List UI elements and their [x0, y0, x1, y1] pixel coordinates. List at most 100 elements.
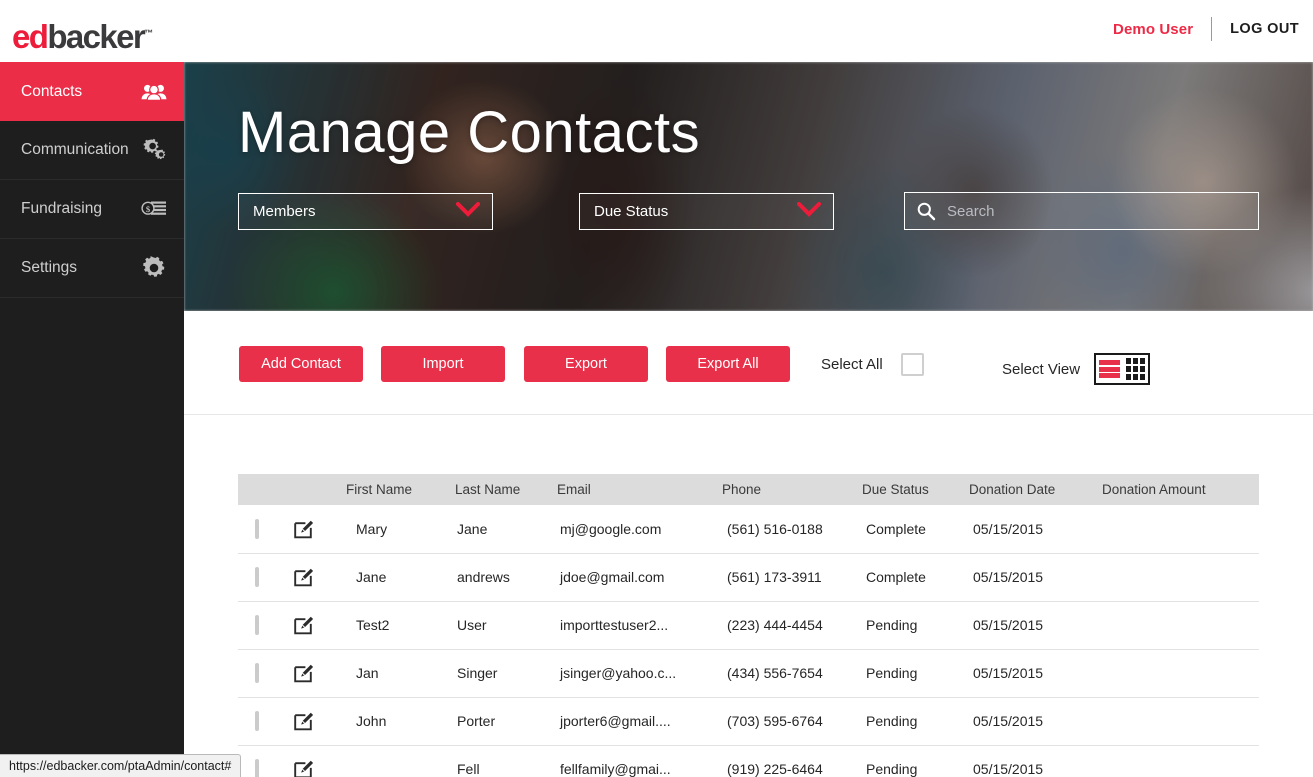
row-select-cell — [238, 649, 291, 698]
column-header-first-name: First Name — [346, 474, 455, 505]
cell-last-name: Singer — [455, 649, 557, 698]
cell-phone: (434) 556-7654 — [722, 649, 862, 698]
select-all-checkbox[interactable] — [900, 353, 924, 376]
row-select-cell — [238, 601, 291, 650]
row-edit-cell — [291, 553, 346, 602]
sidebar-nav: Contacts Communication Fundraising $ Set… — [0, 62, 184, 777]
cell-last-name: Porter — [455, 697, 557, 746]
cell-due-status: Pending — [862, 649, 969, 698]
cell-donation-date: 05/15/2015 — [969, 745, 1102, 777]
row-checkbox[interactable] — [255, 759, 259, 777]
column-header-donation-date: Donation Date — [969, 474, 1102, 505]
search-icon — [916, 201, 936, 221]
sidebar-item-contacts[interactable]: Contacts — [0, 62, 184, 121]
chevron-down-icon — [455, 200, 481, 222]
column-header-due-status: Due Status — [862, 474, 969, 505]
cell-first-name: John — [346, 697, 455, 746]
table-row[interactable]: Jane andrews jdoe@gmail.com (561) 173-3911 C… — [238, 553, 1259, 602]
edit-icon[interactable] — [293, 614, 315, 636]
cell-donation-amount — [1102, 649, 1259, 698]
trademark-symbol: ™ — [144, 28, 154, 38]
cell-last-name: User — [455, 601, 557, 650]
row-edit-cell — [291, 505, 346, 554]
view-mode-toggle[interactable] — [1094, 353, 1151, 385]
table-header: First Name Last Name Email Phone Due Sta… — [238, 474, 1259, 505]
row-select-cell — [238, 697, 291, 746]
top-bar: edbacker™ Demo User LOG OUT — [0, 0, 1313, 62]
column-header-email: Email — [557, 474, 722, 505]
cell-first-name: Jan — [346, 649, 455, 698]
cell-donation-date: 05/15/2015 — [969, 649, 1102, 698]
edit-icon[interactable] — [293, 518, 315, 540]
search-input[interactable] — [936, 202, 1248, 220]
row-checkbox[interactable] — [255, 518, 259, 539]
cell-due-status: Pending — [862, 601, 969, 650]
sidebar-item-communication[interactable]: Communication — [0, 121, 184, 180]
money-invoice-icon: $ — [141, 197, 167, 221]
cell-last-name: andrews — [455, 553, 557, 602]
column-header-donation-amount: Donation Amount — [1102, 474, 1259, 505]
cell-email: mj@google.com — [557, 505, 722, 554]
action-bar: Add Contact Import Contact Export Contac… — [184, 311, 1313, 415]
svg-text:$: $ — [146, 204, 151, 214]
cell-due-status: Complete — [862, 553, 969, 602]
status-bar-url: https://edbacker.com/ptaAdmin/contact# — [9, 759, 232, 773]
demo-user-link[interactable]: Demo User — [1113, 21, 1211, 38]
cell-donation-date: 05/15/2015 — [969, 697, 1102, 746]
export-all-button[interactable]: Export All — [666, 346, 790, 382]
grid-view-icon[interactable] — [1123, 355, 1148, 383]
select-all-group: Select All — [821, 353, 924, 376]
cell-email: jporter6@gmail.... — [557, 697, 722, 746]
cell-due-status: Pending — [862, 745, 969, 777]
edit-icon[interactable] — [293, 758, 315, 777]
list-view-icon[interactable] — [1096, 355, 1123, 383]
row-checkbox[interactable] — [255, 567, 259, 587]
column-header-edit — [291, 474, 346, 505]
cell-email: importtestuser2... — [557, 601, 722, 650]
select-all-label: Select All — [821, 356, 883, 373]
cell-donation-amount — [1102, 697, 1259, 746]
column-header-phone: Phone — [722, 474, 862, 505]
cell-donation-date: 05/15/2015 — [969, 505, 1102, 554]
cell-donation-date: 05/15/2015 — [969, 553, 1102, 602]
edit-icon[interactable] — [293, 566, 315, 588]
logo-suffix: backer — [47, 18, 145, 55]
table-row[interactable]: Fell fellfamily@gmai... (919) 225-6464 Pend… — [238, 745, 1259, 777]
cell-donation-amount — [1102, 553, 1259, 602]
export-contact-button[interactable]: Export Contact — [524, 346, 648, 408]
cell-due-status: Complete — [862, 505, 969, 554]
sidebar-item-fundraising[interactable]: Fundraising $ — [0, 180, 184, 239]
row-checkbox[interactable] — [255, 711, 259, 731]
sidebar-item-settings[interactable]: Settings — [0, 239, 184, 298]
edit-icon[interactable] — [293, 710, 315, 732]
header-user-area: Demo User LOG OUT — [1113, 16, 1299, 42]
import-contact-button[interactable]: Import Contact — [381, 346, 505, 408]
cell-email: jdoe@gmail.com — [557, 553, 722, 602]
logout-button[interactable]: LOG OUT — [1212, 21, 1299, 37]
row-checkbox[interactable] — [255, 663, 259, 683]
add-contact-button[interactable]: Add Contact — [239, 346, 363, 382]
cell-first-name: Mary — [346, 505, 455, 554]
edit-icon[interactable] — [293, 662, 315, 684]
table-body: Mary Jane mj@google.com (561) 516-0188 Compl… — [238, 505, 1259, 777]
row-edit-cell — [291, 649, 346, 698]
cell-donation-date: 05/15/2015 — [969, 601, 1102, 650]
contacts-table: First Name Last Name Email Phone Due Sta… — [238, 474, 1259, 777]
cell-first-name — [346, 745, 455, 777]
search-box[interactable] — [904, 192, 1259, 230]
row-checkbox[interactable] — [255, 615, 259, 635]
table-row[interactable]: Mary Jane mj@google.com (561) 516-0188 Compl… — [238, 505, 1259, 554]
page-title: Manage Contacts — [238, 100, 701, 165]
table-row[interactable]: Test2 User importtestuser2... (223) 444-445… — [238, 601, 1259, 650]
gears-icon — [141, 138, 167, 162]
sidebar-item-label: Settings — [21, 259, 78, 277]
members-filter-dropdown[interactable]: Members — [238, 193, 493, 230]
cell-first-name: Jane — [346, 553, 455, 602]
cell-donation-amount — [1102, 745, 1259, 777]
cell-donation-amount — [1102, 505, 1259, 554]
table-row[interactable]: John Porter jporter6@gmail.... (703) 595-67… — [238, 697, 1259, 746]
due-status-filter-dropdown[interactable]: Due Status — [579, 193, 834, 230]
table-row[interactable]: Jan Singer jsinger@yahoo.c... (434) 556-765… — [238, 649, 1259, 698]
cell-email: fellfamily@gmai... — [557, 745, 722, 777]
edbacker-logo[interactable]: edbacker™ — [12, 17, 153, 53]
